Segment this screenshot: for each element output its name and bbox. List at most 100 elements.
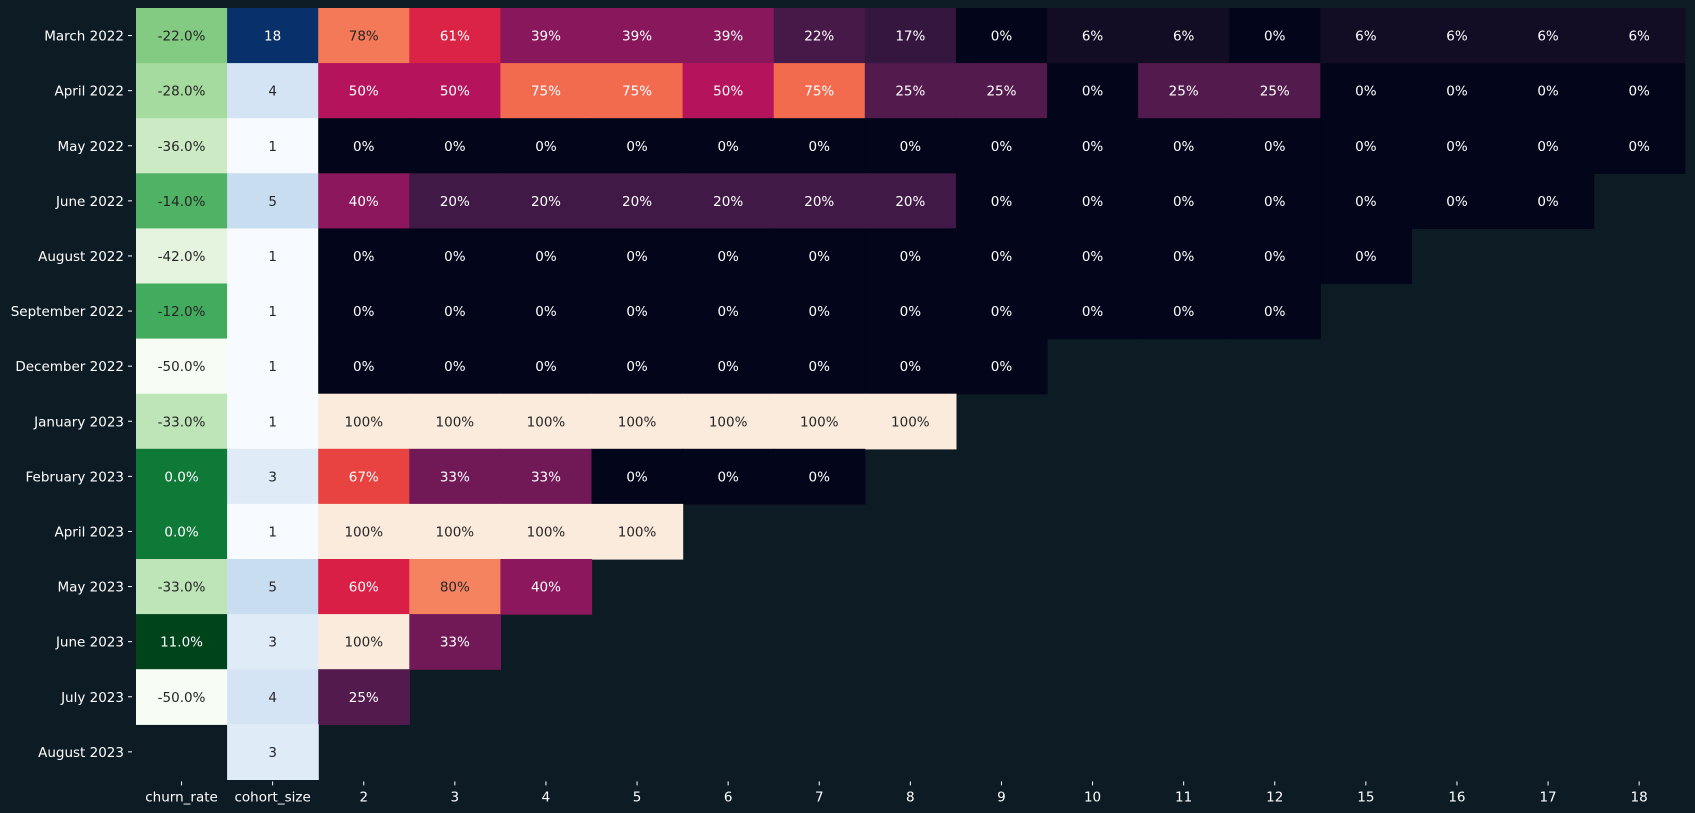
retention-label: 0% [809, 139, 831, 155]
column-label: 10 [1084, 789, 1101, 805]
retention-label: 0% [535, 304, 557, 320]
retention-label: 0% [991, 29, 1013, 45]
retention-label: 67% [349, 469, 379, 485]
retention-label: 0% [444, 139, 466, 155]
column-label: 2 [359, 789, 368, 805]
row-label: June 2023 [55, 635, 124, 651]
cohort-size-label: 5 [268, 194, 277, 210]
retention-label: 0% [1264, 304, 1286, 320]
retention-label: 0% [1173, 249, 1195, 265]
retention-label: 0% [1355, 84, 1377, 100]
retention-label: 0% [1446, 194, 1468, 210]
retention-label: 20% [804, 194, 834, 210]
column-label: 5 [633, 789, 642, 805]
retention-label: 25% [349, 690, 379, 706]
row-label: March 2022 [44, 29, 124, 45]
row-label: January 2023 [33, 414, 124, 430]
row-label: April 2023 [54, 524, 124, 540]
column-label: churn_rate [145, 789, 218, 805]
retention-label: 0% [1173, 139, 1195, 155]
retention-label: 0% [535, 249, 557, 265]
row-label: June 2022 [55, 194, 124, 210]
retention-label: 0% [353, 304, 375, 320]
retention-label: 100% [344, 635, 383, 651]
retention-label: 0% [626, 359, 648, 375]
retention-label: 39% [713, 29, 743, 45]
retention-label: 0% [1355, 139, 1377, 155]
retention-label: 100% [436, 524, 475, 540]
retention-label: 75% [531, 84, 561, 100]
retention-label: 0% [626, 469, 648, 485]
row-label: February 2023 [26, 469, 124, 485]
retention-label: 100% [709, 414, 748, 430]
retention-label: 0% [353, 359, 375, 375]
cohort-size-label: 5 [268, 580, 277, 596]
retention-label: 25% [986, 84, 1016, 100]
retention-label: 0% [626, 249, 648, 265]
cohort-size-label: 18 [264, 29, 281, 45]
column-label: 3 [451, 789, 460, 805]
churn-rate-label: 11.0% [160, 635, 203, 651]
retention-label: 100% [800, 414, 839, 430]
retention-label: 100% [344, 414, 383, 430]
retention-label: 0% [717, 469, 739, 485]
retention-label: 100% [891, 414, 930, 430]
row-label: April 2022 [54, 84, 124, 100]
retention-label: 0% [444, 304, 466, 320]
retention-label: 78% [349, 29, 379, 45]
retention-label: 0% [991, 194, 1013, 210]
retention-label: 0% [1082, 84, 1104, 100]
retention-label: 0% [1082, 304, 1104, 320]
retention-label: 6% [1082, 29, 1104, 45]
churn-rate-label: -14.0% [158, 194, 206, 210]
retention-label: 0% [353, 249, 375, 265]
retention-label: 0% [991, 249, 1013, 265]
cohort-size-label: 3 [268, 635, 277, 651]
retention-label: 0% [1355, 194, 1377, 210]
retention-label: 50% [349, 84, 379, 100]
retention-label: 100% [527, 524, 566, 540]
retention-label: 0% [1264, 139, 1286, 155]
churn-rate-label: -50.0% [158, 690, 206, 706]
retention-label: 39% [622, 29, 652, 45]
retention-label: 100% [436, 414, 475, 430]
churn-rate-label: -36.0% [158, 139, 206, 155]
retention-label: 0% [900, 249, 922, 265]
retention-label: 0% [900, 359, 922, 375]
retention-label: 0% [1082, 139, 1104, 155]
churn-rate-label: -22.0% [158, 29, 206, 45]
retention-label: 0% [626, 139, 648, 155]
retention-label: 0% [717, 359, 739, 375]
column-label: cohort_size [235, 789, 311, 805]
retention-label: 33% [440, 635, 470, 651]
churn-rate-label: -28.0% [158, 84, 206, 100]
retention-label: 75% [804, 84, 834, 100]
churn-rate-label: 0.0% [164, 524, 198, 540]
cohort-size-label: 1 [268, 139, 277, 155]
retention-label: 0% [717, 139, 739, 155]
retention-label: 0% [1264, 249, 1286, 265]
cohort-size-label: 1 [268, 414, 277, 430]
retention-label: 0% [809, 249, 831, 265]
row-label: July 2023 [60, 690, 124, 706]
retention-label: 0% [809, 469, 831, 485]
retention-label: 33% [531, 469, 561, 485]
column-label: 9 [997, 789, 1006, 805]
row-label: September 2022 [11, 304, 124, 320]
retention-label: 0% [1082, 194, 1104, 210]
retention-label: 0% [1537, 194, 1559, 210]
column-label: 11 [1175, 789, 1192, 805]
retention-label: 61% [440, 29, 470, 45]
cohort-size-label: 3 [268, 745, 277, 761]
retention-label: 0% [900, 304, 922, 320]
cohort-size-label: 3 [268, 469, 277, 485]
column-label: 15 [1357, 789, 1374, 805]
retention-label: 100% [344, 524, 383, 540]
retention-label: 0% [1537, 84, 1559, 100]
retention-label: 0% [991, 359, 1013, 375]
retention-label: 0% [991, 304, 1013, 320]
retention-label: 0% [809, 304, 831, 320]
retention-label: 0% [1264, 29, 1286, 45]
retention-label: 0% [1628, 139, 1650, 155]
cohort-size-label: 1 [268, 524, 277, 540]
